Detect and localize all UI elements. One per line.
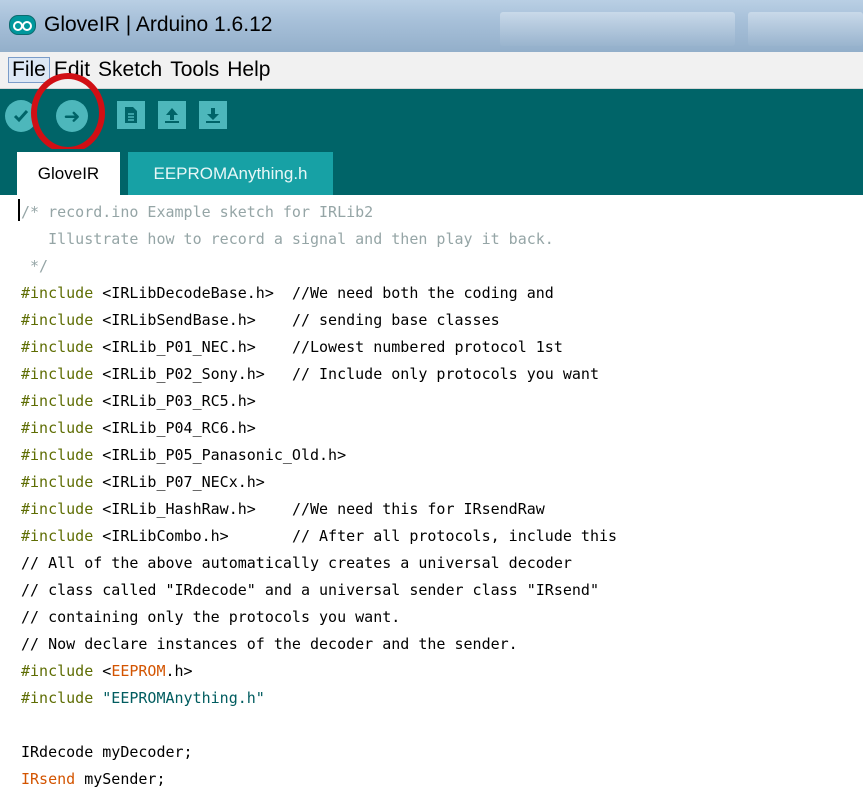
open-icon bbox=[165, 108, 179, 123]
code-token: <IRLib_P03_RC5.h> bbox=[93, 392, 256, 410]
save-button[interactable] bbox=[199, 101, 227, 129]
code-token: // class called "IRdecode" and a univers… bbox=[21, 581, 599, 599]
code-token: #include bbox=[21, 662, 94, 680]
code-line: #include <IRLibDecodeBase.h> //We need b… bbox=[21, 280, 554, 307]
menu-sketch[interactable]: Sketch bbox=[94, 58, 166, 82]
tab-gloveir[interactable]: GloveIR bbox=[17, 152, 120, 195]
code-token: #include bbox=[21, 365, 94, 383]
code-token: <IRLib_P05_Panasonic_Old.h> bbox=[93, 446, 347, 464]
code-token: #include bbox=[21, 527, 94, 545]
code-line: #include <EEPROM.h> bbox=[21, 658, 193, 685]
code-token: Illustrate how to record a signal and th… bbox=[21, 230, 554, 248]
code-token: < bbox=[93, 662, 112, 680]
menu-tools[interactable]: Tools bbox=[166, 58, 223, 82]
menu-bar: File Edit Sketch Tools Help bbox=[0, 52, 863, 89]
code-line: #include "EEPROMAnything.h" bbox=[21, 685, 265, 712]
verify-icon bbox=[13, 110, 29, 123]
code-token: mySender; bbox=[75, 770, 166, 788]
code-editor[interactable]: /* record.ino Example sketch for IRLib2 … bbox=[0, 196, 863, 793]
code-line: // Now declare instances of the decoder … bbox=[21, 631, 518, 658]
code-token: #include bbox=[21, 446, 94, 464]
code-token: <IRLib_P07_NECx.h> bbox=[93, 473, 265, 491]
background-window-tab bbox=[500, 12, 735, 46]
code-token: // containing only the protocols you wan… bbox=[21, 608, 401, 626]
code-token: // After all protocols, include this bbox=[291, 527, 618, 545]
code-token: /* record.ino Example sketch for IRLib2 bbox=[21, 203, 374, 221]
code-token: EEPROM bbox=[111, 662, 166, 680]
code-line: #include <IRLib_P02_Sony.h> // Include o… bbox=[21, 361, 599, 388]
code-line: // All of the above automatically create… bbox=[21, 550, 572, 577]
code-token: // Now declare instances of the decoder … bbox=[21, 635, 518, 653]
code-token: #include bbox=[21, 284, 94, 302]
code-token: #include bbox=[21, 392, 94, 410]
code-token: #include bbox=[21, 419, 94, 437]
code-token: <IRLib_P04_RC6.h> bbox=[93, 419, 256, 437]
code-token: // Include only protocols you want bbox=[291, 365, 599, 383]
code-token: IRsend bbox=[21, 770, 76, 788]
title-bar: GloveIR | Arduino 1.6.12 bbox=[0, 0, 863, 52]
code-token: #include bbox=[21, 473, 94, 491]
code-token: #include bbox=[21, 311, 94, 329]
menu-help[interactable]: Help bbox=[223, 58, 274, 82]
code-line: #include <IRLib_P01_NEC.h> //Lowest numb… bbox=[21, 334, 563, 361]
code-token: // sending base classes bbox=[291, 311, 500, 329]
code-line: Illustrate how to record a signal and th… bbox=[21, 226, 554, 253]
highlight-circle bbox=[31, 73, 105, 153]
code-line: #include <IRLib_P05_Panasonic_Old.h> bbox=[21, 442, 346, 469]
code-token: <IRLib_P02_Sony.h> bbox=[93, 365, 292, 383]
window-title: GloveIR | Arduino 1.6.12 bbox=[44, 13, 273, 36]
code-token: //We need both the coding and bbox=[291, 284, 554, 302]
new-icon bbox=[125, 107, 137, 123]
code-line: #include <IRLib_HashRaw.h> //We need thi… bbox=[21, 496, 545, 523]
code-token: "EEPROMAnything.h" bbox=[102, 689, 265, 707]
code-line: #include <IRLibSendBase.h> // sending ba… bbox=[21, 307, 500, 334]
tab-bar: GloveIR EEPROMAnything.h bbox=[0, 149, 863, 195]
tab-label: EEPROMAnything.h bbox=[153, 163, 308, 183]
tab-label: GloveIR bbox=[37, 163, 100, 183]
code-token: .h> bbox=[165, 662, 193, 680]
text-cursor bbox=[18, 199, 20, 221]
code-line: */ bbox=[21, 253, 48, 280]
code-line: #include <IRLib_P07_NECx.h> bbox=[21, 469, 265, 496]
code-line: #include <IRLibCombo.h> // After all pro… bbox=[21, 523, 617, 550]
code-line: #include <IRLib_P04_RC6.h> bbox=[21, 415, 256, 442]
code-token: //We need this for IRsendRaw bbox=[291, 500, 545, 518]
tab-eepromanything[interactable]: EEPROMAnything.h bbox=[128, 152, 333, 195]
new-button[interactable] bbox=[117, 101, 145, 129]
arduino-logo-icon bbox=[9, 15, 36, 35]
code-token: #include bbox=[21, 689, 94, 707]
background-window-tab bbox=[748, 12, 863, 46]
menu-file[interactable]: File bbox=[8, 57, 50, 83]
code-line: IRdecode myDecoder; bbox=[21, 739, 193, 766]
code-line: #include <IRLib_P03_RC5.h> bbox=[21, 388, 256, 415]
code-token: #include bbox=[21, 500, 94, 518]
code-token: <IRLibCombo.h> bbox=[93, 527, 292, 545]
toolbar: ➜ bbox=[0, 89, 863, 149]
code-token: <IRLibSendBase.h> bbox=[93, 311, 292, 329]
code-line: /* record.ino Example sketch for IRLib2 bbox=[21, 199, 373, 226]
code-line: // class called "IRdecode" and a univers… bbox=[21, 577, 599, 604]
code-token: // All of the above automatically create… bbox=[21, 554, 572, 572]
code-token: <IRLib_HashRaw.h> bbox=[93, 500, 292, 518]
code-token: <IRLibDecodeBase.h> bbox=[93, 284, 292, 302]
code-line: IRsend mySender; bbox=[21, 766, 166, 793]
code-token: */ bbox=[21, 257, 49, 275]
code-token: <IRLib_P01_NEC.h> bbox=[93, 338, 292, 356]
code-token: #include bbox=[21, 338, 94, 356]
code-line: // containing only the protocols you wan… bbox=[21, 604, 400, 631]
open-button[interactable] bbox=[158, 101, 186, 129]
code-token: IRdecode myDecoder; bbox=[21, 743, 193, 761]
save-icon bbox=[206, 108, 220, 123]
code-token: //Lowest numbered protocol 1st bbox=[291, 338, 563, 356]
